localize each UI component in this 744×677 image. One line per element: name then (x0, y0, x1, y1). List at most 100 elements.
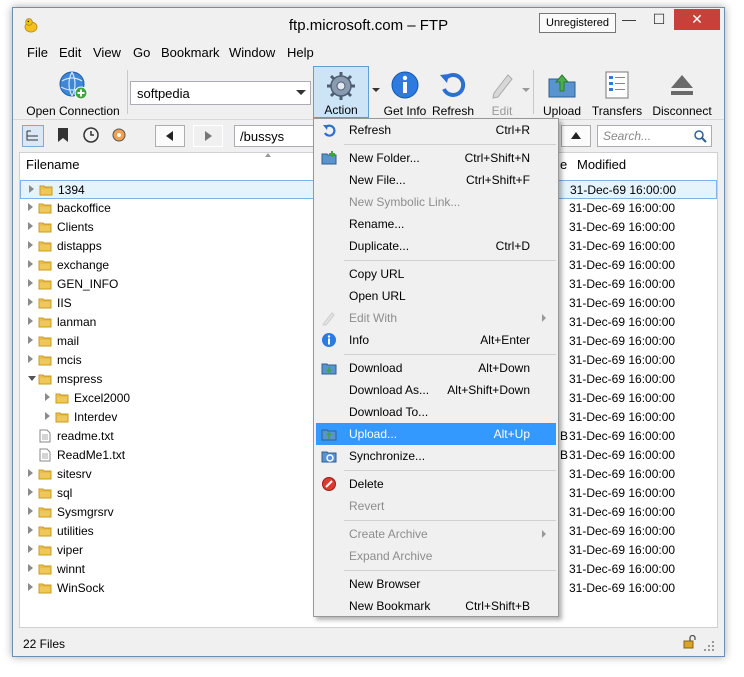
expand-icon[interactable] (28, 583, 33, 591)
menu-item-upload[interactable]: Upload... Alt+Up (316, 423, 556, 445)
menu-item-label: Edit With (349, 311, 398, 325)
lock-open-icon (683, 635, 696, 649)
column-modified[interactable]: Modified (577, 153, 626, 175)
edit-button[interactable]: Edit (481, 66, 523, 118)
column-size[interactable]: e (560, 153, 567, 175)
expand-icon[interactable] (28, 279, 33, 287)
menu-item-rename[interactable]: Rename... (316, 213, 556, 235)
folder-icon (38, 317, 52, 328)
expand-icon[interactable] (28, 488, 33, 496)
expand-icon[interactable] (28, 469, 33, 477)
edit-dropdown-arrow[interactable] (522, 88, 530, 92)
resize-grip-icon[interactable] (703, 640, 715, 652)
transfers-label: Transfers (591, 104, 643, 118)
search-placeholder: Search... (603, 129, 652, 143)
minimize-button[interactable]: — (614, 9, 644, 30)
chevron-down-icon (296, 90, 306, 95)
path-combo[interactable]: /bussys (234, 125, 314, 147)
edit-label: Edit (491, 104, 513, 118)
menu-item-label: Duplicate... (349, 239, 410, 253)
expand-icon[interactable] (45, 393, 50, 401)
forward-button[interactable] (193, 125, 223, 147)
file-name: Sysmgrsrv (57, 505, 114, 519)
transfers-button[interactable]: Transfers (589, 66, 645, 118)
upload-button[interactable]: Upload (539, 66, 585, 118)
menu-item-download[interactable]: Download Alt+Down (316, 357, 556, 379)
menu-go[interactable]: Go (133, 45, 150, 60)
menu-item-label: Open URL (349, 289, 406, 303)
menu-item-download-to[interactable]: Download To... (316, 401, 556, 423)
menu-item-download-as[interactable]: Download As... Alt+Shift+Down (316, 379, 556, 401)
bookmarks-view-button[interactable] (53, 125, 75, 147)
folder-icon (38, 564, 52, 575)
expand-icon[interactable] (28, 298, 33, 306)
expand-icon[interactable] (28, 564, 33, 572)
menu-item-delete[interactable]: Delete (316, 473, 556, 495)
disconnect-label: Disconnect (652, 104, 712, 118)
expand-icon[interactable] (28, 203, 33, 211)
menu-separator (344, 260, 556, 261)
expand-icon[interactable] (28, 336, 33, 344)
bonjour-view-button[interactable] (109, 125, 131, 147)
folder-icon (38, 279, 52, 290)
history-view-button[interactable] (81, 125, 103, 147)
title-bar[interactable]: ftp.microsoft.com – FTP Unregistered — ☐… (13, 8, 724, 43)
expand-icon[interactable] (28, 260, 33, 268)
expand-icon[interactable] (45, 412, 50, 420)
expand-icon[interactable] (28, 317, 33, 325)
menu-view[interactable]: View (93, 45, 121, 60)
close-button[interactable]: ✕ (674, 9, 720, 30)
menu-item-label: Synchronize... (349, 449, 426, 463)
refresh-button[interactable]: Refresh (431, 66, 475, 118)
menu-item-duplicate[interactable]: Duplicate... Ctrl+D (316, 235, 556, 257)
info-icon (322, 333, 336, 347)
path-value: /bussys (240, 129, 285, 144)
expand-icon[interactable] (28, 222, 33, 230)
menu-item-open-url[interactable]: Open URL (316, 285, 556, 307)
menu-item-revert[interactable]: Revert (316, 495, 556, 517)
text-file-icon (39, 448, 51, 462)
menu-item-expand-archive[interactable]: Expand Archive (316, 545, 556, 567)
menu-window[interactable]: Window (229, 45, 275, 60)
action-button[interactable]: Action (313, 66, 369, 118)
menu-help[interactable]: Help (287, 45, 314, 60)
expand-icon[interactable] (29, 185, 34, 193)
bonjour-icon (112, 128, 126, 142)
expand-icon[interactable] (28, 545, 33, 553)
expand-icon[interactable] (28, 355, 33, 363)
menu-item-info[interactable]: Info Alt+Enter (316, 329, 556, 351)
menu-bookmark[interactable]: Bookmark (161, 45, 220, 60)
folder-icon (38, 469, 52, 480)
disconnect-button[interactable]: Disconnect (649, 66, 715, 118)
open-connection-button[interactable]: Open Connection (21, 66, 125, 118)
parent-directory-button[interactable] (561, 125, 591, 147)
upload-icon (321, 429, 337, 441)
folder-icon (38, 374, 52, 385)
expand-icon[interactable] (28, 241, 33, 249)
menu-item-copy-url[interactable]: Copy URL (316, 263, 556, 285)
unregistered-badge[interactable]: Unregistered (539, 13, 616, 33)
menu-item-new-folder[interactable]: New Folder... Ctrl+Shift+N (316, 147, 556, 169)
menu-item-new-browser[interactable]: New Browser (316, 573, 556, 595)
file-modified: 31-Dec-69 16:00:00 (569, 353, 676, 367)
column-filename[interactable]: Filename (26, 153, 266, 175)
expand-icon[interactable] (28, 507, 33, 515)
expand-open-icon[interactable] (28, 376, 36, 381)
menu-item-new-bookmark[interactable]: New Bookmark Ctrl+Shift+B (316, 595, 556, 617)
menu-item-edit-with[interactable]: Edit With (316, 307, 556, 329)
browser-view-button[interactable] (22, 125, 44, 147)
menu-item-new-symlink[interactable]: New Symbolic Link... (316, 191, 556, 213)
maximize-button[interactable]: ☐ (644, 9, 674, 30)
menu-file[interactable]: File (27, 45, 48, 60)
expand-icon[interactable] (28, 526, 33, 534)
menu-item-refresh[interactable]: Refresh Ctrl+R (316, 119, 556, 141)
server-combo[interactable]: softpedia (130, 81, 311, 105)
get-info-label: Get Info (383, 104, 427, 118)
menu-item-new-file[interactable]: New File... Ctrl+Shift+F (316, 169, 556, 191)
menu-edit[interactable]: Edit (59, 45, 81, 60)
search-input[interactable]: Search... (597, 125, 712, 147)
menu-item-synchronize[interactable]: Synchronize... (316, 445, 556, 467)
back-button[interactable] (155, 125, 185, 147)
menu-item-create-archive[interactable]: Create Archive (316, 523, 556, 545)
get-info-button[interactable]: Get Info (379, 66, 431, 118)
